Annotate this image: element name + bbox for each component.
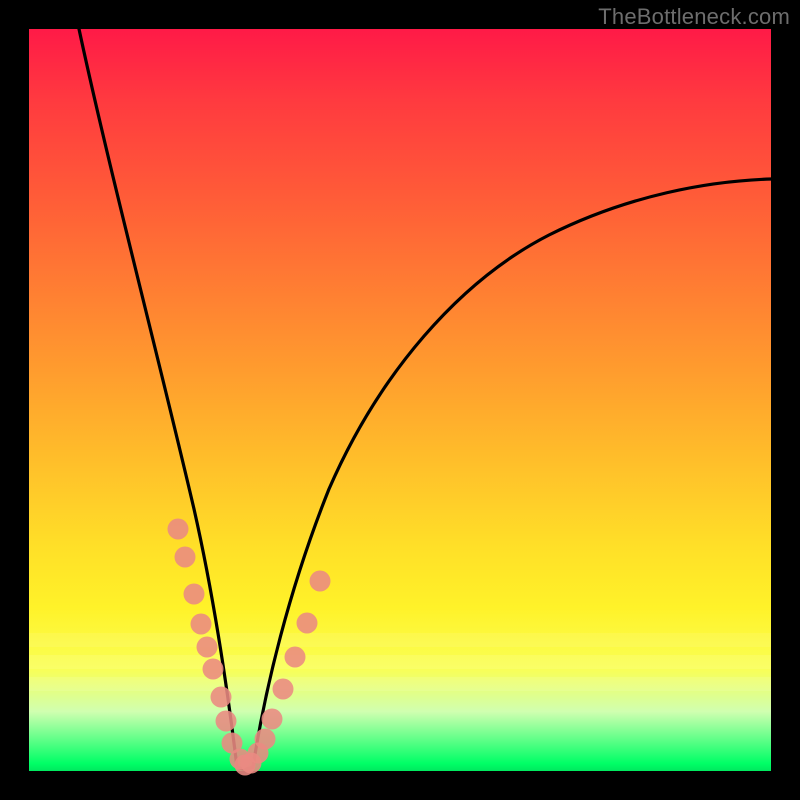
dot [216, 711, 237, 732]
dot [197, 637, 218, 658]
watermark-text: TheBottleneck.com [598, 4, 790, 30]
dot [262, 709, 283, 730]
right-branch-path [253, 179, 771, 767]
dot [168, 519, 189, 540]
plot-area [29, 29, 771, 771]
chart-frame: TheBottleneck.com [0, 0, 800, 800]
dot [191, 614, 212, 635]
dot [211, 687, 232, 708]
dot [255, 729, 276, 750]
dot [203, 659, 224, 680]
dot [310, 571, 331, 592]
left-branch-path [79, 29, 237, 767]
dot [285, 647, 306, 668]
dot [297, 613, 318, 634]
dot [175, 547, 196, 568]
curve-layer [29, 29, 771, 771]
dots-group [168, 519, 331, 776]
dot [184, 584, 205, 605]
dot [273, 679, 294, 700]
